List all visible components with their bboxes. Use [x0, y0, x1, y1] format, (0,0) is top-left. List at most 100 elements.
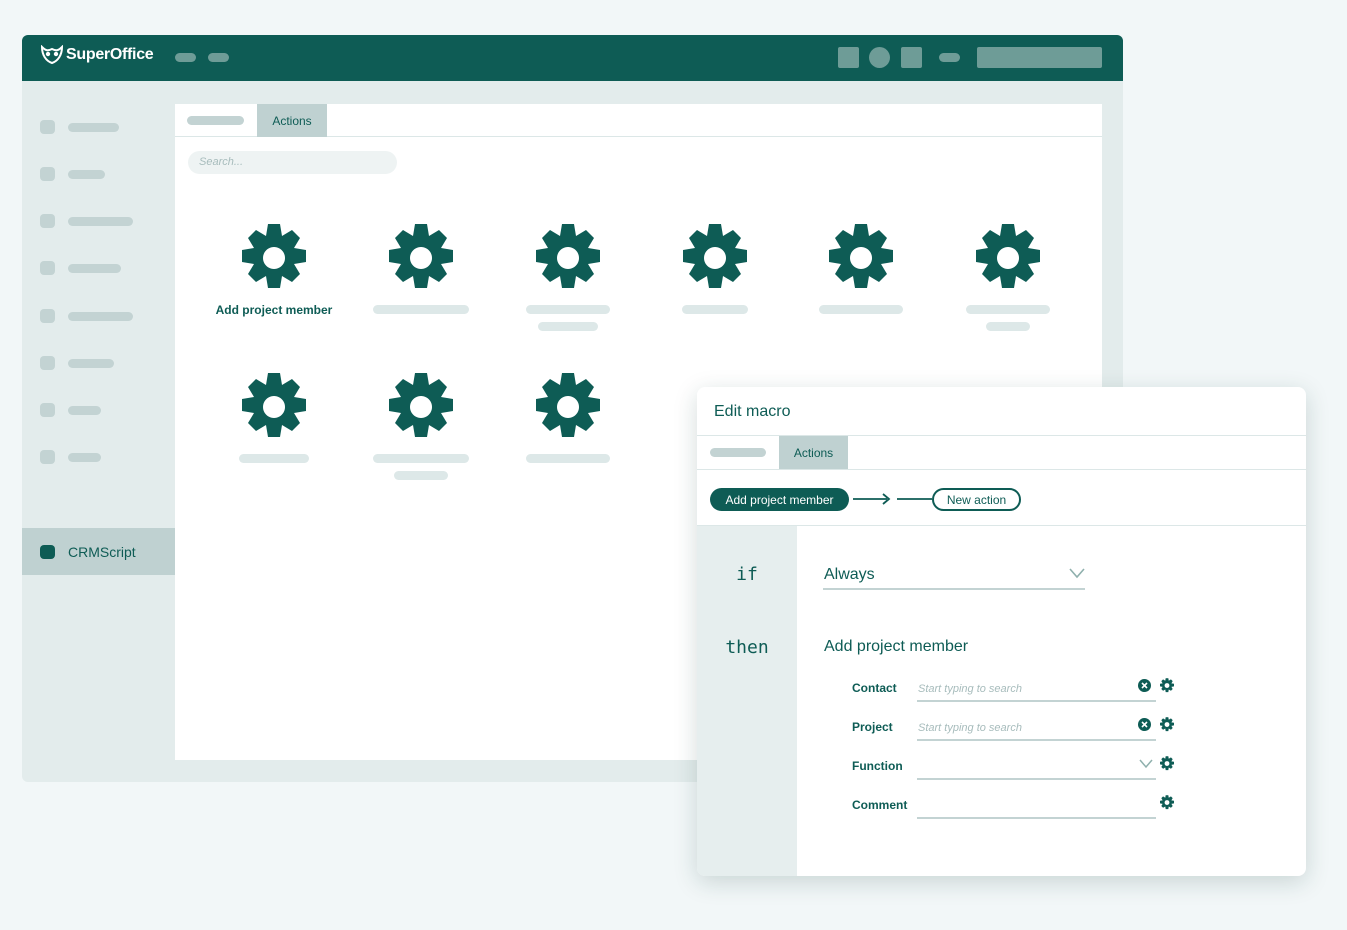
sidebar-item-icon	[40, 450, 55, 464]
owl-logo-icon	[40, 45, 64, 65]
top-bar: SuperOffice	[22, 35, 1123, 81]
comment-input[interactable]	[917, 791, 1156, 819]
gear-icon[interactable]	[1160, 717, 1174, 732]
action-tile-label-placeholder	[538, 322, 598, 331]
sidebar-item-icon	[40, 261, 55, 275]
clear-icon[interactable]	[1138, 718, 1151, 731]
sidebar-item-placeholder	[68, 122, 119, 132]
sidebar-item-placeholder	[68, 358, 114, 368]
chevron-down-icon[interactable]	[1139, 759, 1153, 769]
gear-icon	[976, 224, 1040, 292]
chevron-down-icon	[1069, 568, 1085, 579]
then-keyword: then	[725, 637, 769, 658]
action-title: Add project member	[824, 638, 969, 655]
toolbar-placeholder[interactable]	[939, 53, 960, 62]
action-tile[interactable]	[788, 224, 934, 344]
sidebar: CRMScript	[22, 81, 175, 782]
arrow-right-icon	[853, 493, 932, 505]
gear-icon	[536, 373, 600, 441]
condition-value: Always	[824, 566, 875, 583]
tab-placeholder[interactable]	[187, 116, 244, 125]
sidebar-item[interactable]	[40, 356, 114, 370]
action-tile-label-placeholder	[239, 454, 309, 463]
sidebar-item-icon	[40, 214, 55, 228]
action-tile[interactable]	[495, 224, 641, 344]
flow-step-current[interactable]: Add project member	[710, 488, 849, 511]
field-label: Function	[852, 759, 903, 773]
field-label: Project	[852, 720, 893, 734]
toolbar-square-icon[interactable]	[838, 47, 859, 68]
field-comment: Comment	[852, 791, 1182, 819]
sidebar-item[interactable]	[40, 309, 133, 323]
sidebar-item[interactable]	[40, 120, 119, 134]
field-label: Contact	[852, 681, 897, 695]
function-select[interactable]	[917, 752, 1156, 780]
if-keyword: if	[736, 564, 758, 585]
action-tile-label-placeholder	[966, 305, 1050, 314]
gear-icon[interactable]	[1160, 795, 1174, 810]
macro-flow: Add project member New action	[697, 470, 1306, 526]
sidebar-item[interactable]	[40, 214, 133, 228]
tab-actions[interactable]: Actions	[779, 436, 848, 469]
gear-icon[interactable]	[1160, 756, 1174, 771]
sidebar-item-placeholder	[68, 263, 121, 273]
brand-name: SuperOffice	[66, 46, 154, 63]
field-contact: Contact Start typing to search	[852, 674, 1182, 702]
sidebar-item[interactable]	[40, 450, 101, 464]
edit-macro-dialog: Edit macro Actions Add project member Ne…	[697, 387, 1306, 876]
search-input[interactable]: Search...	[188, 151, 397, 174]
gear-icon[interactable]	[1160, 678, 1174, 693]
action-tile[interactable]	[935, 224, 1081, 344]
gear-icon	[389, 224, 453, 292]
sidebar-item-icon	[40, 356, 55, 370]
toolbar-circle-icon[interactable]	[869, 47, 890, 68]
action-tile[interactable]: Add project member	[201, 224, 347, 344]
field-label: Comment	[852, 798, 908, 812]
sidebar-item[interactable]	[40, 261, 121, 275]
action-tile[interactable]	[201, 373, 347, 493]
action-tile-label-placeholder	[682, 305, 748, 314]
action-tile[interactable]	[348, 224, 494, 344]
gear-icon	[536, 224, 600, 292]
dialog-tab-bar: Actions	[697, 435, 1306, 470]
dialog-title: Edit macro	[714, 403, 791, 420]
top-nav-placeholder[interactable]	[175, 53, 196, 62]
condition-select[interactable]: Always	[823, 563, 1085, 590]
top-nav-placeholder[interactable]	[208, 53, 229, 62]
action-tile-label-placeholder	[526, 305, 610, 314]
tab-bar: Actions	[175, 104, 1102, 137]
logo: SuperOffice	[40, 45, 154, 65]
project-input[interactable]: Start typing to search	[917, 713, 1156, 741]
action-tile[interactable]	[642, 224, 788, 344]
field-function: Function	[852, 752, 1182, 780]
field-project: Project Start typing to search	[852, 713, 1182, 741]
gear-icon	[389, 373, 453, 441]
action-tile-label-placeholder	[986, 322, 1030, 331]
contact-input[interactable]: Start typing to search	[917, 674, 1156, 702]
action-tile[interactable]	[348, 373, 494, 493]
gear-icon	[242, 224, 306, 292]
sidebar-item-icon	[40, 167, 55, 181]
sidebar-item-placeholder	[68, 311, 133, 321]
keyword-gutter: if then	[697, 526, 797, 876]
crmscript-icon	[40, 544, 55, 559]
action-tile[interactable]	[495, 373, 641, 493]
gear-icon	[683, 224, 747, 292]
action-tile-label-placeholder	[526, 454, 610, 463]
tab-placeholder[interactable]	[710, 448, 766, 457]
action-tile-label-placeholder	[819, 305, 903, 314]
sidebar-item-placeholder	[68, 452, 101, 462]
gear-icon	[829, 224, 893, 292]
sidebar-item[interactable]	[40, 167, 105, 181]
sidebar-item-placeholder	[68, 405, 101, 415]
clear-icon[interactable]	[1138, 679, 1151, 692]
tab-actions[interactable]: Actions	[257, 104, 327, 137]
toolbar-square-icon[interactable]	[901, 47, 922, 68]
sidebar-item-crmscript[interactable]: CRMScript	[22, 528, 175, 575]
action-tile-label: Add project member	[215, 303, 333, 317]
toolbar-search-placeholder[interactable]	[977, 47, 1102, 68]
sidebar-item-placeholder	[68, 169, 105, 179]
sidebar-item[interactable]	[40, 403, 101, 417]
action-tile-label-placeholder	[373, 454, 469, 463]
flow-step-new-action[interactable]: New action	[932, 488, 1021, 511]
